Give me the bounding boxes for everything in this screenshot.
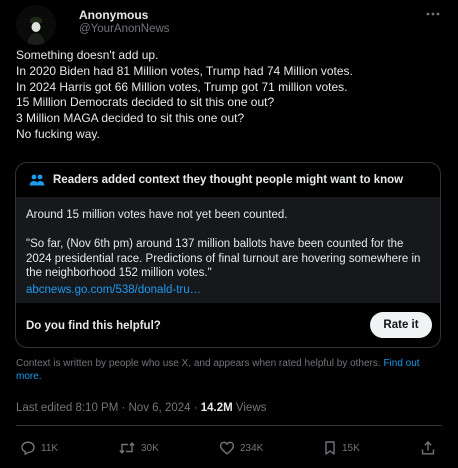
- share-button[interactable]: [420, 438, 441, 458]
- bookmark-count: 15K: [342, 442, 360, 454]
- author-avatar[interactable]: [16, 5, 56, 45]
- rate-it-button[interactable]: Rate it: [370, 312, 432, 338]
- author-display-name-text: Anonymous: [79, 8, 149, 22]
- note-quote: "So far, (Nov 6th pm) around 137 million…: [26, 237, 430, 281]
- tweet-meta: Last edited 8:10 PM · Nov 6, 2024 · 14.2…: [16, 402, 266, 414]
- repost-icon: [119, 442, 135, 454]
- tweet-line: Something doesn't add up.: [16, 48, 159, 62]
- community-note-footer: Do you find this helpful? Rate it: [16, 303, 440, 347]
- bookmark-button[interactable]: 15K: [323, 438, 360, 458]
- tweet-line: In 2020 Biden had 81 Million votes, Trum…: [16, 63, 353, 78]
- tweet-line: No fucking way.: [16, 126, 100, 141]
- note-quote-line: "So far, (Nov 6th pm) around 137 million…: [26, 238, 404, 250]
- reply-count: 11K: [41, 442, 59, 454]
- share-icon: [421, 441, 435, 455]
- anonymous-mask-icon: [16, 5, 56, 45]
- community-note: Readers added context they thought peopl…: [15, 162, 441, 348]
- more-options-button[interactable]: [424, 5, 442, 23]
- tweet-header: Anonymous @YourAnonNews: [16, 3, 442, 45]
- views-label: Views: [232, 402, 267, 414]
- views-count: 14.2M: [200, 402, 233, 414]
- divider: [16, 425, 442, 426]
- author-handle[interactable]: @YourAnonNews: [79, 23, 170, 35]
- reply-icon: [21, 441, 35, 455]
- more-dots-icon: [426, 12, 440, 16]
- tweet-line: 3 Million MAGA decided to sit this one o…: [16, 111, 245, 126]
- repost-count: 30K: [141, 442, 159, 454]
- note-source-link[interactable]: abcnews.go.com/538/donald-tru…: [26, 284, 201, 296]
- helpful-question: Do you find this helpful?: [26, 320, 161, 332]
- community-note-header: Readers added context they thought peopl…: [16, 163, 440, 197]
- heart-icon: [219, 441, 235, 455]
- like-button[interactable]: 234K: [219, 438, 263, 458]
- community-note-title: Readers added context they thought peopl…: [53, 174, 404, 186]
- reply-button[interactable]: 11K: [20, 438, 58, 458]
- repost-button[interactable]: 30K: [118, 438, 159, 458]
- tweet-line: In 2024 Harris got 66 Million votes, Tru…: [16, 79, 348, 94]
- note-quote-line: the neighborhood 152 million votes.": [26, 267, 212, 279]
- note-quote-line: 2024 presidential race. Predictions of f…: [26, 252, 421, 265]
- disclaimer-text: Context is written by people who use X, …: [16, 358, 381, 369]
- edited-timestamp[interactable]: Last edited 8:10 PM · Nov 6, 2024 ·: [16, 402, 201, 414]
- note-summary: Around 15 million votes have not yet bee…: [26, 209, 288, 221]
- action-bar: 11K 30K 234K 15K: [16, 438, 442, 458]
- author-display-name[interactable]: Anonymous: [79, 8, 148, 22]
- like-count: 234K: [240, 442, 264, 454]
- community-note-body: Around 15 million votes have not yet bee…: [16, 197, 440, 303]
- community-note-disclaimer: Context is written by people who use X, …: [16, 357, 436, 383]
- people-icon: [29, 174, 45, 186]
- tweet-text: Something doesn't add up. In 2020 Biden …: [16, 48, 442, 143]
- tweet-line: 15 Million Democrats decided to sit this…: [16, 95, 275, 110]
- bookmark-icon: [325, 441, 335, 455]
